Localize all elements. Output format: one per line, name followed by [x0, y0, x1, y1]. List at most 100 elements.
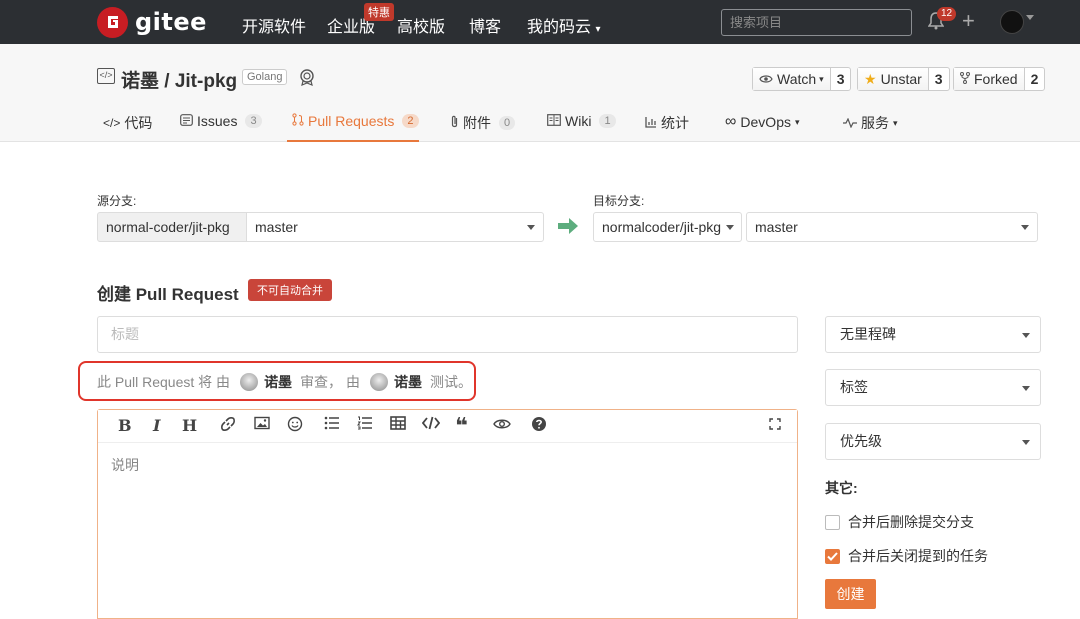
fork-count[interactable]: 2: [1023, 68, 1045, 90]
target-branch-label: 目标分支:: [593, 194, 645, 208]
emoji-icon[interactable]: [287, 416, 303, 438]
tester-avatar[interactable]: [369, 373, 388, 391]
pr-title-input[interactable]: 标题: [97, 316, 798, 353]
image-icon[interactable]: [254, 416, 270, 436]
plus-icon[interactable]: +: [962, 10, 975, 32]
target-repo-select[interactable]: normalcoder/jit-pkg: [593, 212, 742, 242]
unstar-button[interactable]: ★ Unstar: [858, 68, 928, 90]
milestone-value: 无里程碑: [840, 326, 896, 342]
close-tasks-option[interactable]: 合并后关闭提到的任务: [825, 546, 988, 566]
chevron-down-icon[interactable]: [1021, 225, 1029, 230]
brand-name: gitee: [135, 8, 207, 36]
star-button-group[interactable]: ★ Unstar 3: [857, 67, 950, 91]
watch-count[interactable]: 3: [829, 68, 851, 90]
active-tab-indicator: [287, 140, 419, 142]
arrow-right-icon: [557, 217, 579, 238]
italic-icon[interactable]: I: [153, 416, 160, 436]
nav-open-source[interactable]: 开源软件: [242, 13, 306, 37]
tab-code[interactable]: </> 代码: [103, 113, 152, 133]
code-repo-icon: </>: [97, 68, 115, 84]
code-icon[interactable]: [421, 416, 441, 436]
nav-my-gitee[interactable]: 我的码云 ▾: [527, 13, 601, 37]
language-badge[interactable]: Golang: [242, 69, 288, 85]
milestone-select[interactable]: 无里程碑: [825, 316, 1041, 353]
tab-count: 1: [599, 114, 616, 128]
bullet-list-icon[interactable]: [324, 416, 340, 436]
source-branch-select[interactable]: master: [246, 212, 544, 242]
labels-value: 标签: [840, 379, 868, 395]
nav-university[interactable]: 高校版: [397, 13, 445, 37]
review-prefix: 此 Pull Request 将 由: [97, 374, 231, 390]
chevron-down-icon[interactable]: [527, 225, 535, 230]
top-navbar: gitee 开源软件 企业版 特惠 高校版 博客 我的码云 ▾ 搜索项目 12 …: [0, 0, 1080, 44]
preview-eye-icon[interactable]: [493, 416, 511, 436]
labels-select[interactable]: 标签: [825, 369, 1041, 406]
nav-blog[interactable]: 博客: [469, 13, 501, 37]
link-icon[interactable]: [220, 416, 236, 438]
markdown-editor[interactable]: B I H ❝ 说明: [97, 409, 798, 619]
tab-label: DevOps: [740, 114, 791, 130]
delete-branch-label: 合并后删除提交分支: [848, 514, 974, 530]
tab-label: 附件: [463, 115, 491, 131]
search-input[interactable]: 搜索项目: [721, 9, 912, 36]
fork-label: Forked: [974, 71, 1018, 87]
table-icon[interactable]: [390, 416, 406, 436]
tab-count: 2: [402, 114, 419, 128]
chevron-down-icon[interactable]: [1026, 15, 1034, 20]
chevron-down-icon: [1022, 440, 1030, 445]
tab-devops[interactable]: ∞ DevOps ▾: [725, 113, 800, 131]
delete-branch-checkbox[interactable]: [825, 514, 840, 530]
tab-count: 3: [245, 114, 262, 128]
user-avatar[interactable]: [1000, 10, 1024, 34]
numbered-list-icon[interactable]: [357, 416, 373, 436]
quote-icon[interactable]: ❝: [455, 414, 468, 438]
help-icon[interactable]: [531, 416, 547, 438]
create-button[interactable]: 创建: [825, 579, 876, 609]
reviewer-avatar[interactable]: [240, 373, 259, 391]
tab-wiki[interactable]: Wiki 1: [547, 113, 616, 129]
award-icon: [298, 68, 316, 89]
target-branch-value: master: [755, 219, 798, 235]
heading-icon[interactable]: H: [182, 416, 197, 436]
bold-icon[interactable]: B: [118, 416, 132, 436]
priority-value: 优先级: [840, 433, 882, 449]
pulse-icon: [843, 115, 857, 131]
tab-issues[interactable]: Issues 3: [180, 113, 262, 129]
watch-label: Watch: [777, 71, 817, 87]
fullscreen-icon[interactable]: [769, 416, 781, 436]
source-branch-label: 源分支:: [97, 194, 137, 208]
fork-button-group[interactable]: Forked 2: [953, 67, 1046, 91]
star-count[interactable]: 3: [927, 68, 949, 90]
pull-request-icon: [292, 113, 304, 129]
fork-button[interactable]: Forked: [954, 68, 1024, 90]
repo-header: </> 诺墨 / Jit-pkg Golang Watch ▾ 3 ★ Unst…: [0, 44, 1080, 142]
infinity-icon: ∞: [725, 113, 737, 130]
priority-select[interactable]: 优先级: [825, 423, 1041, 460]
chevron-down-icon[interactable]: [726, 225, 734, 230]
merge-status-badge: 不可自动合并: [248, 279, 332, 301]
target-branch-select[interactable]: master: [746, 212, 1038, 242]
tab-stats[interactable]: 统计: [645, 113, 689, 133]
other-options-label: 其它:: [825, 480, 858, 496]
repo-title[interactable]: 诺墨 / Jit-pkg: [121, 66, 237, 93]
tab-label: 代码: [124, 115, 153, 131]
watch-button[interactable]: Watch ▾: [753, 68, 830, 90]
delete-branch-option[interactable]: 合并后删除提交分支: [825, 512, 974, 532]
watch-button-group[interactable]: Watch ▾ 3: [752, 67, 852, 91]
review-assignment-text: 此 Pull Request 将 由 诺墨 审查， 由 诺墨 测试。: [97, 372, 472, 392]
target-repo-value: normalcoder/jit-pkg: [602, 219, 722, 235]
tab-label: 服务: [861, 115, 889, 131]
close-tasks-checkbox[interactable]: [825, 548, 840, 564]
enterprise-promo-badge: 特惠: [364, 3, 394, 21]
chevron-down-icon: ▾: [595, 24, 601, 35]
tab-pull-requests[interactable]: Pull Requests 2: [292, 113, 419, 129]
tester-name[interactable]: 诺墨: [394, 372, 422, 392]
gitee-logo-icon: [97, 6, 128, 38]
tab-attachments[interactable]: 附件 0: [450, 113, 516, 133]
tab-label: Pull Requests: [308, 113, 395, 129]
tab-services[interactable]: 服务 ▾: [843, 113, 898, 133]
gitee-logo[interactable]: gitee: [97, 6, 207, 38]
bar-chart-icon: [645, 115, 657, 131]
review-suffix: 测试。: [429, 374, 472, 390]
reviewer-name[interactable]: 诺墨: [264, 372, 292, 392]
